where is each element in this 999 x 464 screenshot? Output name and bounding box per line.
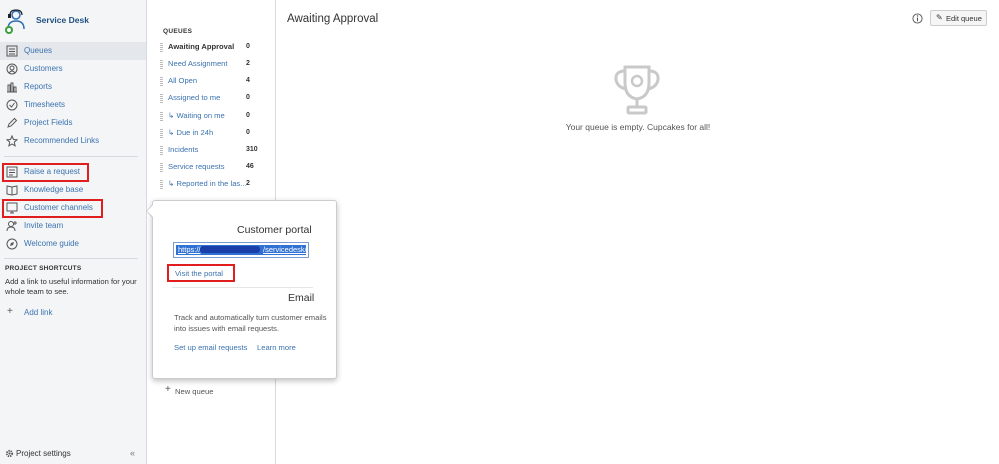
queue-name: ↳ Waiting on me [168, 111, 225, 120]
nav-queues[interactable]: Queues [0, 42, 146, 60]
add-user-icon [6, 221, 17, 232]
nav-label: Timesheets [24, 100, 66, 109]
compass-icon [6, 238, 18, 250]
queue-item[interactable]: ↳ Due in 24h 0 [160, 127, 256, 141]
queue-count: 2 [246, 60, 250, 67]
queue-item[interactable]: ↳ Reported in the las... 2 [160, 178, 256, 192]
plus-icon: + [165, 384, 171, 395]
nav-label: Project Fields [24, 118, 73, 127]
nav-welcome-guide[interactable]: Welcome guide [0, 235, 146, 253]
shortcuts-title: PROJECT SHORTCUTS [5, 265, 82, 272]
drag-handle-icon[interactable] [160, 60, 163, 69]
star-icon [6, 135, 18, 147]
project-avatar-icon[interactable] [4, 9, 28, 35]
plus-icon: + [7, 306, 13, 317]
queue-name: Need Assignment [168, 59, 228, 68]
queue-count: 0 [246, 112, 250, 119]
project-settings-link[interactable]: Project settings [16, 449, 71, 458]
queue-name: Awaiting Approval [168, 42, 235, 51]
nav-timesheets[interactable]: Timesheets [0, 96, 146, 114]
queue-item[interactable]: Awaiting Approval 0 [160, 41, 256, 55]
timesheets-icon [6, 99, 18, 111]
nav-label: Knowledge base [24, 185, 84, 194]
nav-label: Reports [24, 82, 53, 91]
learn-more-link[interactable]: Learn more [257, 343, 296, 352]
portal-url-end: /servicedesk/ [263, 245, 307, 254]
nav-knowledge-base[interactable]: Knowledge base [0, 181, 146, 199]
add-link-button[interactable]: Add link [24, 308, 52, 317]
info-icon[interactable] [912, 13, 923, 24]
book-icon [6, 185, 18, 196]
nav-customers[interactable]: Customers [0, 60, 146, 78]
drag-handle-icon[interactable] [160, 129, 163, 138]
sidebar-divider [4, 156, 138, 157]
queue-name: Incidents [168, 145, 199, 154]
edit-queue-label: Edit queue [946, 14, 982, 23]
queue-item[interactable]: Assigned to me 0 [160, 92, 256, 106]
setup-email-link[interactable]: Set up email requests [174, 343, 247, 352]
drag-handle-icon[interactable] [160, 180, 163, 189]
queue-name: ↳ Due in 24h [168, 128, 214, 137]
nav-label: Invite team [24, 221, 64, 230]
shortcuts-description: Add a link to useful information for you… [5, 277, 137, 296]
popup-divider [172, 287, 313, 288]
queue-count: 310 [246, 146, 258, 153]
nav-label: Customers [24, 64, 63, 73]
queue-name: Assigned to me [168, 93, 221, 102]
drag-handle-icon[interactable] [160, 94, 163, 103]
highlight-raise-request [2, 163, 89, 182]
nav-project-fields[interactable]: Project Fields [0, 114, 146, 132]
edit-queue-button[interactable]: ✎ Edit queue [930, 10, 987, 26]
project-name[interactable]: Service Desk [36, 15, 89, 25]
popup-arrow [147, 205, 153, 217]
queue-item[interactable]: Service requests 46 [160, 161, 256, 175]
page-title: Awaiting Approval [287, 13, 379, 25]
queue-name: All Open [168, 76, 198, 85]
sidebar-divider [4, 258, 138, 259]
queue-count: 4 [246, 77, 250, 84]
pencil-icon [7, 117, 18, 128]
drag-handle-icon[interactable] [160, 112, 163, 121]
portal-url-field[interactable]: https:// /servicedesk/ [173, 242, 309, 258]
email-heading: Email [288, 292, 315, 304]
queue-item[interactable]: Need Assignment 2 [160, 58, 256, 72]
nav-recommended-links[interactable]: Recommended Links [0, 132, 146, 150]
drag-handle-icon[interactable] [160, 146, 163, 155]
queue-count: 0 [246, 129, 250, 136]
queue-item[interactable]: ↳ Waiting on me 0 [160, 110, 256, 124]
new-queue-button[interactable]: New queue [175, 387, 213, 396]
nav-label: Recommended Links [24, 136, 100, 145]
drag-handle-icon[interactable] [160, 43, 163, 52]
portal-url-start: https:// [178, 245, 201, 254]
gear-icon [5, 449, 14, 458]
queue-item[interactable]: All Open 4 [160, 75, 256, 89]
email-description: Track and automatically turn customer em… [174, 313, 327, 333]
drag-handle-icon[interactable] [160, 163, 163, 172]
customers-icon [6, 63, 18, 75]
highlight-customer-channels [2, 199, 103, 218]
trophy-icon [614, 65, 660, 115]
nav-reports[interactable]: Reports [0, 78, 146, 96]
empty-queue-message: Your queue is empty. Cupcakes for all! [565, 122, 711, 132]
queue-count: 46 [246, 163, 254, 170]
reports-icon [7, 82, 17, 93]
queues-icon [6, 45, 18, 57]
nav-label: Welcome guide [24, 239, 79, 248]
queue-item[interactable]: Incidents 310 [160, 144, 258, 158]
queue-count: 0 [246, 94, 250, 101]
queue-count: 2 [246, 180, 250, 187]
customer-portal-heading: Customer portal [237, 224, 312, 236]
queue-name: ↳ Reported in the las... [168, 179, 247, 188]
nav-label: Queues [24, 46, 53, 55]
redaction-mark [200, 246, 260, 253]
highlight-visit-portal [167, 264, 235, 282]
pencil-icon: ✎ [936, 13, 943, 22]
nav-invite-team[interactable]: Invite team [0, 217, 146, 235]
queue-count: 0 [246, 43, 250, 50]
queue-name: Service requests [168, 162, 225, 171]
queues-heading: QUEUES [163, 28, 193, 35]
drag-handle-icon[interactable] [160, 77, 163, 86]
collapse-sidebar-icon[interactable]: « [130, 448, 135, 458]
